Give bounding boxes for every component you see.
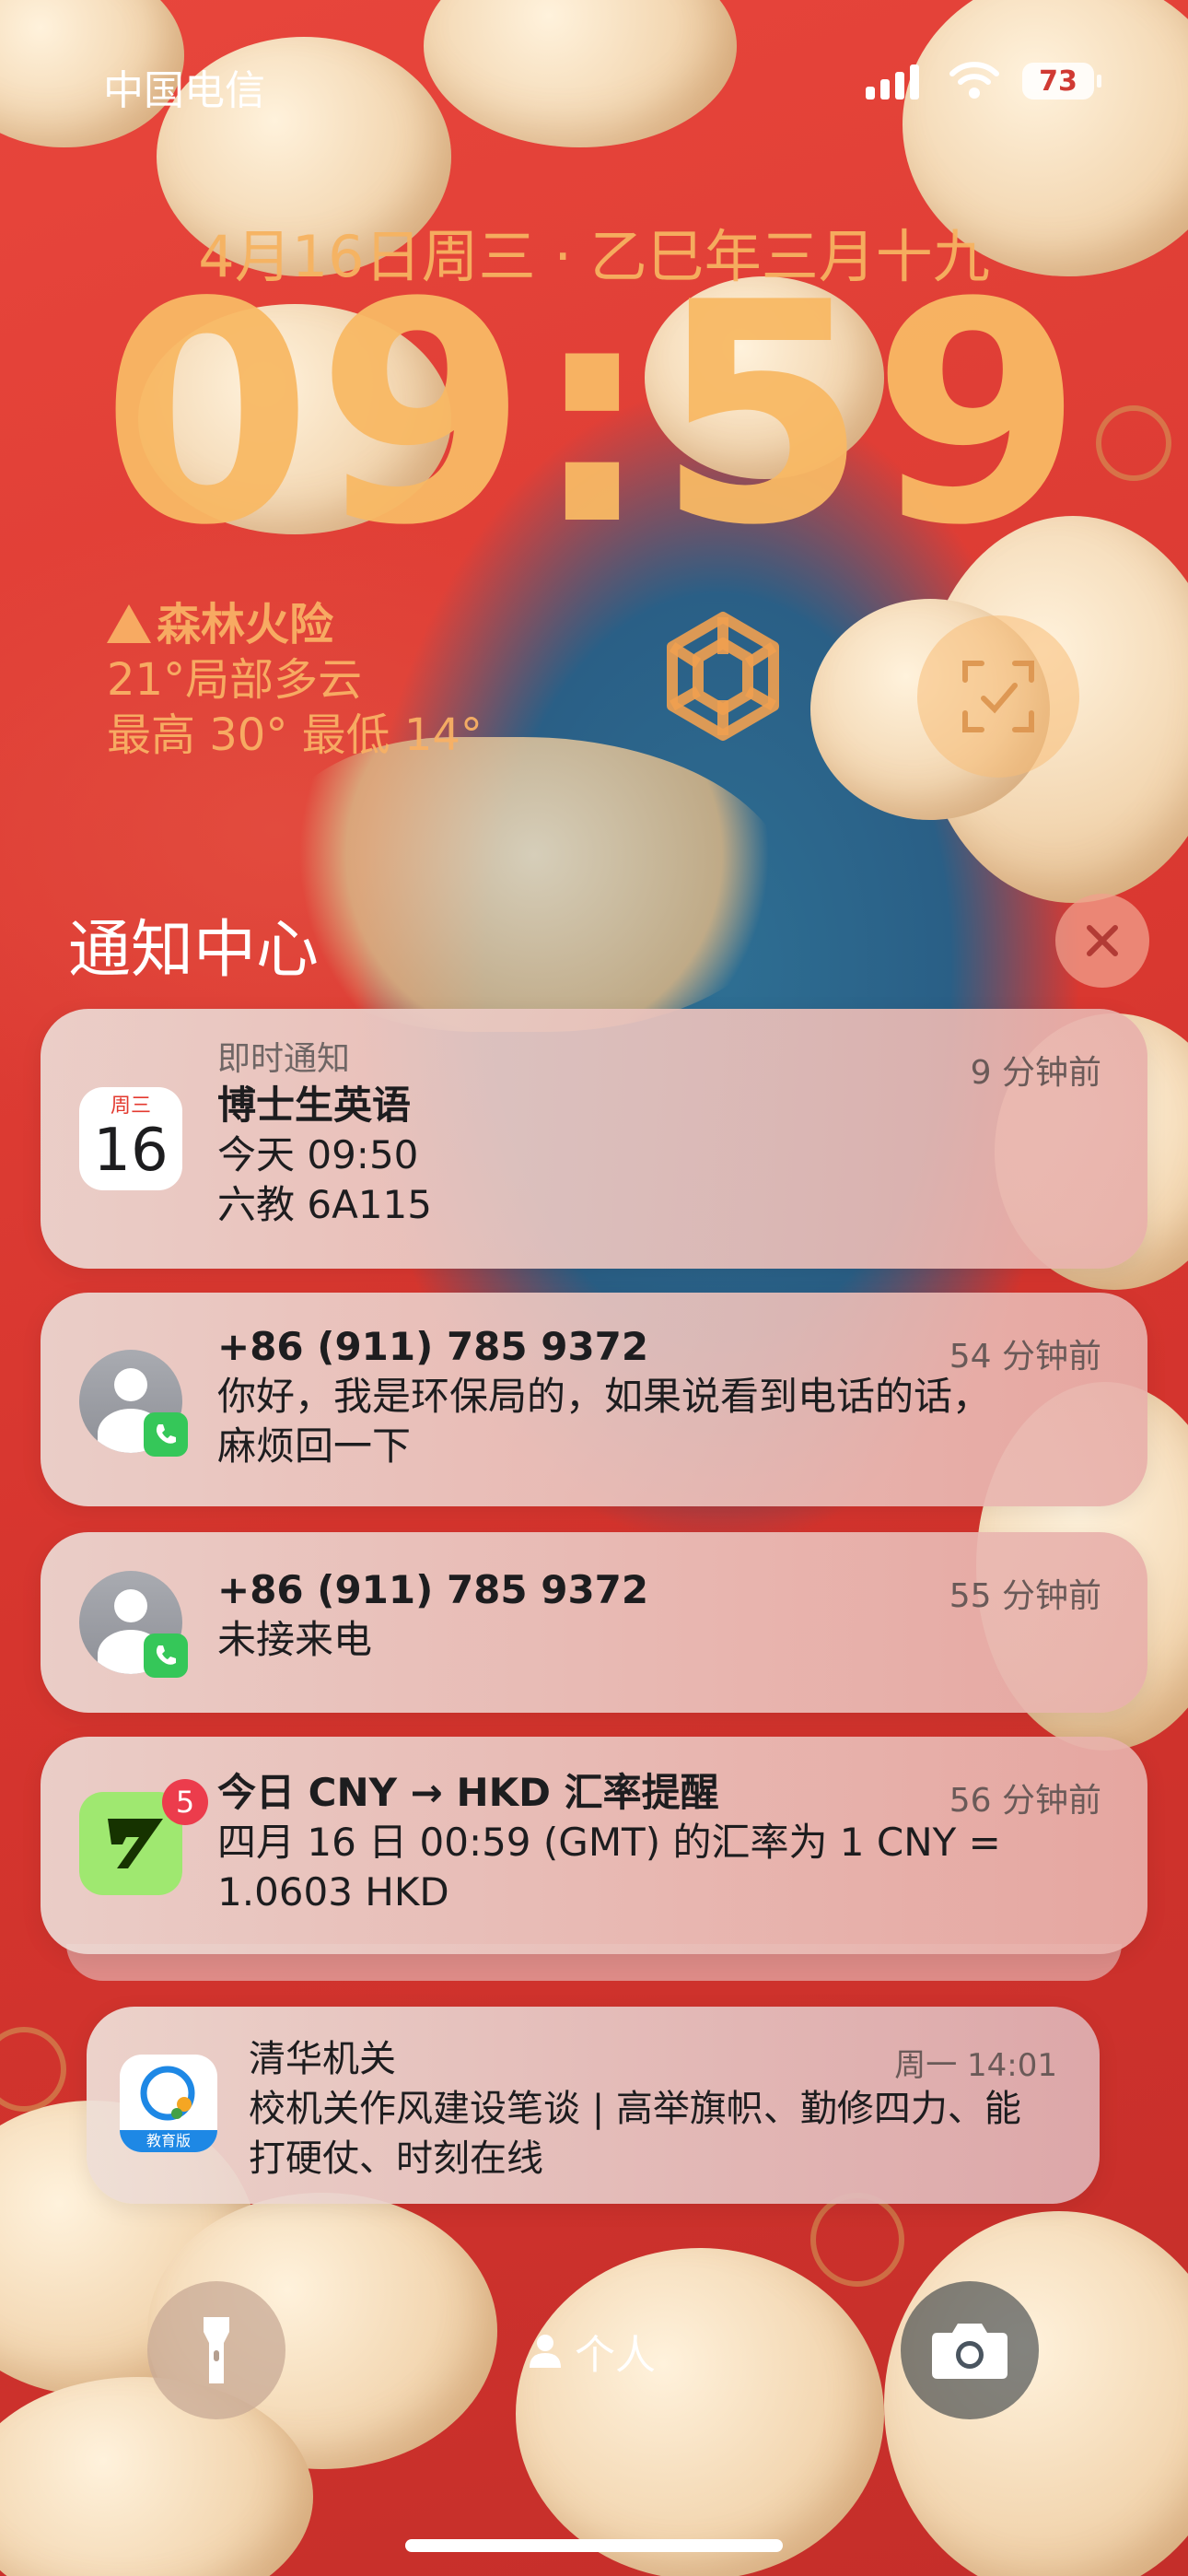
notification-line: 今天 09:50 [217, 1132, 419, 1177]
notification-line: 麻烦回一下 [217, 1423, 412, 1469]
weather-range: 最高 30° 最低 14° [107, 709, 483, 761]
notification-line: 四月 16 日 00:59 (GMT) 的汇率为 1 CNY = [217, 1820, 1001, 1865]
calendar-day: 16 [93, 1117, 169, 1185]
wallpaper-ornament [810, 2193, 904, 2287]
notification-center-title: 通知中心 [68, 914, 320, 987]
home-indicator[interactable] [405, 2539, 783, 2552]
battery-indicator: 73 [1022, 63, 1101, 100]
notification-line: 打硬仗、时刻在线 [249, 2137, 543, 2180]
notification-line: 校机关作风建设笔谈 | 高举旗帜、勤修四力、能 [249, 2088, 1021, 2130]
notification-count-badge: 5 [162, 1779, 208, 1825]
notification-line: 六教 6A115 [217, 1182, 432, 1227]
icon-caption: 教育版 [120, 2130, 217, 2152]
notification-title: 清华机关 [249, 2038, 396, 2080]
focus-mode-label: 个人 [575, 2332, 656, 2379]
calendar-icon: 周三 16 [79, 1087, 182, 1190]
wifi-icon [949, 61, 1000, 103]
warning-icon [107, 604, 151, 643]
weather-alert-label: 森林火险 [157, 599, 334, 650]
notification-title: 博士生英语 [217, 1083, 412, 1128]
clear-notifications-button[interactable] [1055, 894, 1149, 988]
scan-icon [962, 661, 1034, 732]
notification-app: 即时通知 [217, 1040, 351, 1078]
qq-mail-edu-icon: 教育版 [120, 2055, 217, 2152]
scan-button[interactable] [917, 615, 1079, 778]
focus-mode[interactable]: 个人 [527, 2322, 656, 2381]
weather-alert: 森林火险 [107, 597, 483, 652]
notification-line: 1.0603 HKD [217, 1869, 449, 1914]
lock-time: 09:59 [100, 238, 1088, 591]
close-icon [1087, 925, 1118, 956]
status-bar: 中国电信 73 [0, 57, 1188, 114]
notification-title: +86 (911) 785 9372 [217, 1567, 649, 1612]
calendar-weekday: 周三 [110, 1095, 151, 1118]
notification-title: 今日 CNY → HKD 汇率提醒 [217, 1770, 719, 1815]
wallpaper-cloud [516, 2248, 884, 2576]
phone-icon [144, 1633, 188, 1678]
notification-wise[interactable]: 5 56 分钟前 今日 CNY → HKD 汇率提醒 四月 16 日 00:59… [41, 1737, 1147, 1954]
notification-line: 你好，我是环保局的，如果说看到电话的话， [217, 1374, 992, 1419]
notification-title: +86 (911) 785 9372 [217, 1324, 649, 1369]
notification-tsinghua[interactable]: 教育版 周一 14:01 清华机关 校机关作风建设笔谈 | 高举旗帜、勤修四力、… [87, 2007, 1100, 2204]
chatgpt-logo-icon[interactable] [645, 599, 801, 755]
weather-widget[interactable]: 森林火险 21°局部多云 最高 30° 最低 14° [107, 597, 483, 763]
signal-icon [866, 64, 919, 100]
carrier-label: 中国电信 [103, 67, 265, 114]
wallpaper-ornament [0, 2027, 66, 2112]
camera-icon [932, 2324, 1007, 2379]
camera-button[interactable] [901, 2281, 1039, 2419]
battery-level: 73 [1039, 64, 1077, 98]
notification-voicemail[interactable]: 54 分钟前 +86 (911) 785 9372 你好，我是环保局的，如果说看… [41, 1293, 1147, 1506]
notification-missed-call[interactable]: 55 分钟前 +86 (911) 785 9372 未接来电 [41, 1532, 1147, 1713]
notification-calendar[interactable]: 周三 16 9 分钟前 即时通知 博士生英语 今天 09:50 六教 6A115 [41, 1009, 1147, 1269]
notification-line: 未接来电 [217, 1617, 373, 1662]
wallpaper-dragon [276, 737, 792, 1032]
flashlight-button[interactable] [147, 2281, 285, 2419]
flashlight-icon [204, 2317, 229, 2383]
phone-icon [144, 1412, 188, 1457]
weather-current: 21°局部多云 [107, 654, 363, 706]
person-icon [530, 2335, 561, 2368]
